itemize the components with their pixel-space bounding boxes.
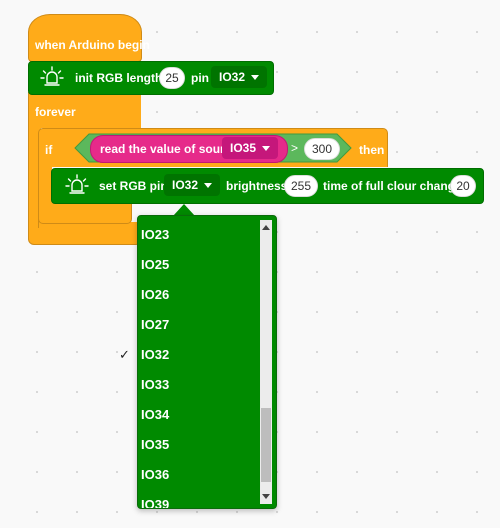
menu-item-label: IO36 <box>141 467 170 482</box>
init-rgb-label: init RGB length <box>75 71 163 85</box>
reporter-label: read the value of sound <box>100 142 235 156</box>
menu-item-label: IO33 <box>141 377 170 392</box>
init-rgb-block[interactable]: init RGB length 25 pin IO32 <box>28 61 274 95</box>
menu-item-io39[interactable]: IO39 <box>138 490 256 509</box>
rgb-light-icon <box>62 171 92 201</box>
sound-pin-dropdown[interactable]: IO35 <box>222 137 279 159</box>
sound-pin-value: IO35 <box>230 141 257 155</box>
chevron-down-icon <box>262 146 271 152</box>
set-rgb-block[interactable]: set RGB pin IO32 brightness 255 time of … <box>51 168 484 204</box>
menu-item-io33[interactable]: IO33 <box>138 370 256 400</box>
rgb-light-icon <box>37 63 67 93</box>
brightness-input[interactable]: 255 <box>284 175 318 197</box>
menu-item-label: IO23 <box>141 227 170 242</box>
init-pin-value: IO32 <box>219 70 246 84</box>
init-pin-label: pin <box>191 71 209 85</box>
menu-item-io27[interactable]: IO27 <box>138 310 256 340</box>
when-arduino-begin-block[interactable]: when Arduino begin <box>28 14 150 62</box>
scrollbar-thumb[interactable] <box>261 408 271 482</box>
forever-block[interactable]: forever <box>28 92 141 128</box>
menu-item-io34[interactable]: IO34 <box>138 400 256 430</box>
menu-scrollbar[interactable] <box>260 220 272 504</box>
scroll-down-icon[interactable] <box>262 494 270 499</box>
brightness-label: brightness <box>226 179 288 193</box>
menu-item-label: IO26 <box>141 287 170 302</box>
menu-item-label: IO39 <box>141 497 170 509</box>
menu-item-io36[interactable]: IO36 <box>138 460 256 490</box>
event-label: when Arduino begin <box>35 38 150 52</box>
menu-item-io32[interactable]: IO32 <box>138 340 256 370</box>
then-label: then <box>359 143 385 157</box>
menu-item-io26[interactable]: IO26 <box>138 280 256 310</box>
menu-item-io25[interactable]: IO25 <box>138 250 256 280</box>
set-rgb-pin-value: IO32 <box>172 178 199 192</box>
init-pin-dropdown[interactable]: IO32 <box>211 66 268 88</box>
forever-label: forever <box>35 105 76 119</box>
scroll-up-icon[interactable] <box>262 225 270 230</box>
menu-item-label: IO35 <box>141 437 170 452</box>
set-rgb-label: set RGB pin <box>99 179 168 193</box>
if-bottom <box>38 201 132 224</box>
menu-item-label: IO32 <box>141 347 170 362</box>
color-change-time-label: time of full clour change <box>323 179 462 193</box>
menu-item-label: IO34 <box>141 407 170 422</box>
if-label: if <box>45 143 53 157</box>
menu-item-io35[interactable]: IO35 <box>138 430 256 460</box>
pin-dropdown-menu[interactable]: IO23 IO25 IO26 IO27 IO32 IO33 IO34 IO35 … <box>137 215 277 509</box>
color-change-time-input[interactable]: 20 <box>450 175 476 197</box>
operator-symbol: > <box>291 141 299 155</box>
set-rgb-pin-dropdown[interactable]: IO32 <box>164 174 221 196</box>
rgb-length-input[interactable]: 25 <box>159 67 185 89</box>
compare-value-input[interactable]: 300 <box>304 138 340 160</box>
checkmark-icon: ✓ <box>119 347 130 362</box>
menu-item-label: IO25 <box>141 257 170 272</box>
chevron-down-icon <box>204 183 213 189</box>
menu-item-io23[interactable]: IO23 <box>138 220 256 250</box>
menu-item-label: IO27 <box>141 317 170 332</box>
chevron-down-icon <box>251 75 260 81</box>
